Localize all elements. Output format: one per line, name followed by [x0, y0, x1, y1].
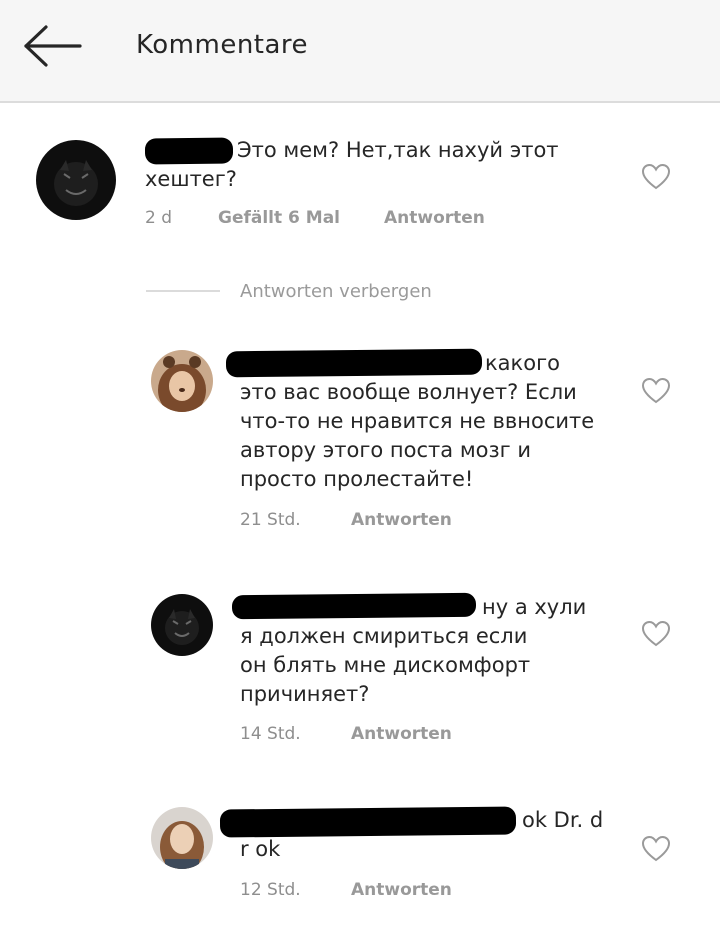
comment-text-line: Это мем? Нет,так нахуй этот: [237, 138, 559, 162]
back-button[interactable]: [22, 24, 84, 68]
avatar[interactable]: [151, 594, 213, 656]
reply-button[interactable]: Antworten: [384, 208, 485, 228]
comment-meta: 21 Std. Antworten: [240, 510, 452, 530]
page-title: Kommentare: [136, 30, 309, 60]
avatar[interactable]: [151, 807, 213, 869]
heart-outline-icon: [641, 835, 671, 862]
comment-text-rest: я должен смириться если он блять мне дис…: [240, 624, 531, 706]
comment-text-rest: r ok: [240, 837, 281, 861]
arrow-left-icon: [24, 25, 82, 67]
like-button[interactable]: [641, 620, 671, 648]
comment-time: 14 Std.: [240, 724, 301, 744]
comment-text-line: какого: [485, 351, 560, 375]
like-button[interactable]: [641, 835, 671, 863]
reply-button[interactable]: Antworten: [351, 510, 452, 530]
comment-text-line: ok Dr. d: [522, 808, 604, 832]
comment-text: ну а хули я должен смириться если он бля…: [240, 593, 630, 709]
comment-meta: 14 Std. Antworten: [240, 724, 452, 744]
like-button[interactable]: [641, 377, 671, 405]
reply-button[interactable]: Antworten: [351, 880, 452, 900]
comment-meta: 12 Std. Antworten: [240, 880, 452, 900]
avatar[interactable]: [36, 140, 116, 220]
comment-text: ok Dr. d r ok: [240, 806, 630, 864]
comment-text: Это мем? Нет,так нахуй этот хештег?: [145, 136, 615, 194]
likes-count[interactable]: Gefällt 6 Mal: [218, 208, 384, 228]
heart-outline-icon: [641, 163, 671, 190]
hide-replies-label: Antworten verbergen: [240, 280, 432, 302]
top-bar: Kommentare: [0, 0, 720, 103]
comment-text: какого это вас вообще волнует? Если что-…: [240, 349, 630, 494]
comment-text-rest: это вас вообще волнует? Если что-то не н…: [240, 380, 595, 491]
comment-time: 21 Std.: [240, 510, 301, 530]
reply-button[interactable]: Antworten: [351, 724, 452, 744]
hide-replies-button[interactable]: Antworten verbergen: [146, 276, 432, 306]
like-button[interactable]: [641, 163, 671, 191]
avatar[interactable]: [151, 350, 213, 412]
comment-time: 12 Std.: [240, 880, 301, 900]
divider: [146, 290, 220, 292]
comment-time: 2 d: [145, 208, 173, 228]
comment-meta: 2 d Gefällt 6 Mal Antworten: [145, 208, 485, 228]
comment-text-line: ну а хули: [482, 595, 587, 619]
heart-outline-icon: [641, 377, 671, 404]
comment-text-rest: хештег?: [145, 167, 237, 191]
heart-outline-icon: [641, 620, 671, 647]
